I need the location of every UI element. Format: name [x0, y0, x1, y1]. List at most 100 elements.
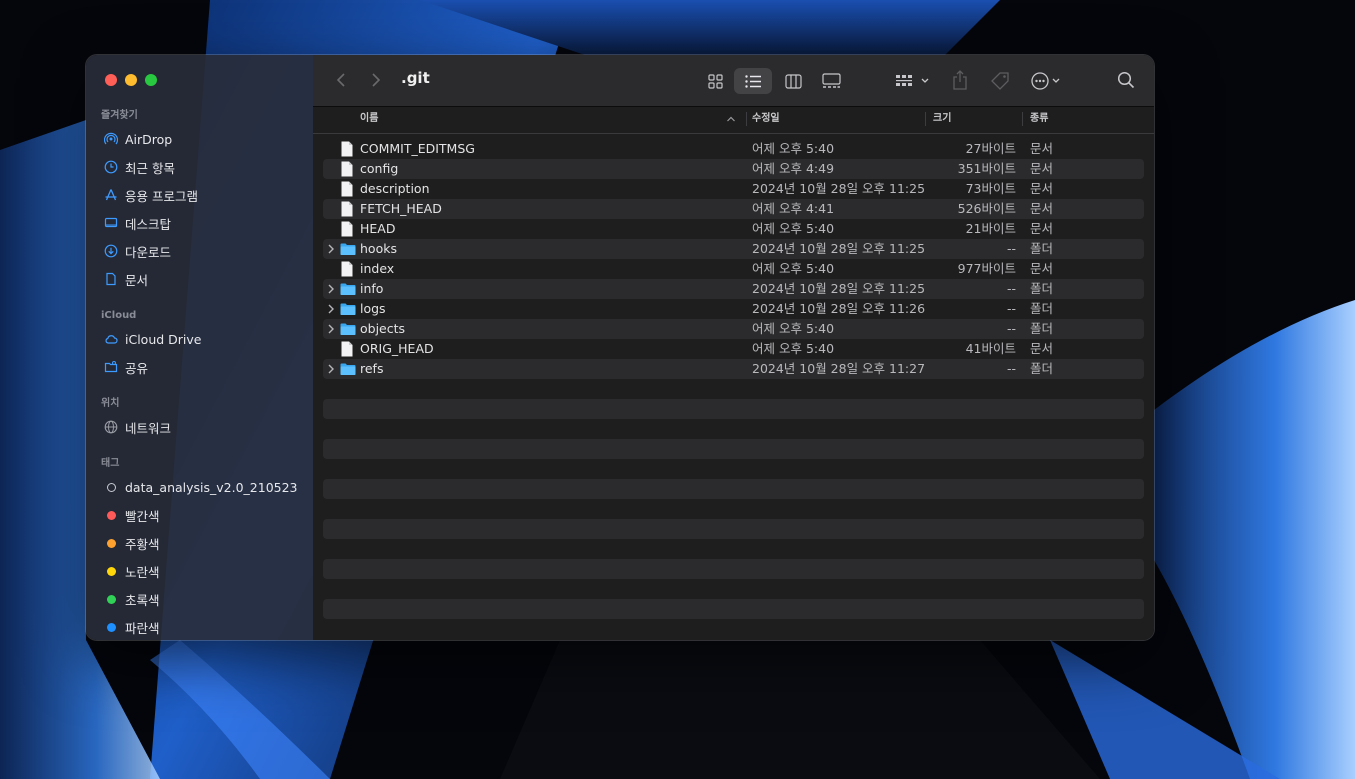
file-date: 어제 오후 4:49 — [752, 161, 835, 176]
sidebar-item-label: 빨간색 — [125, 508, 160, 524]
file-name: ORIG_HEAD — [360, 341, 434, 356]
file-icon — [340, 221, 354, 237]
file-row[interactable]: index 어제 오후 5:40 977바이트 문서 — [323, 259, 1144, 279]
column-header-date[interactable]: 수정일 — [752, 107, 780, 133]
close-window-button[interactable] — [105, 74, 117, 86]
folder-row[interactable]: logs 2024년 10월 28일 오후 11:26 -- 폴더 — [323, 299, 1144, 319]
sidebar-item-recents[interactable]: 최근 항목 — [86, 153, 313, 181]
file-browser: .git 이름 수정일 크기 종류 COMMIT_EDITMSG 어제 오후 5… — [313, 55, 1154, 640]
folder-row[interactable]: refs 2024년 10월 28일 오후 11:27 -- 폴더 — [323, 359, 1144, 379]
shared-folder-icon — [104, 360, 118, 374]
sidebar-item-desktop[interactable]: 데스크탑 — [86, 209, 313, 237]
folder-icon — [340, 281, 356, 297]
sidebar-item-shared[interactable]: 공유 — [86, 353, 313, 381]
file-icon — [340, 141, 354, 157]
file-row[interactable]: ORIG_HEAD 어제 오후 5:40 41바이트 문서 — [323, 339, 1144, 359]
sidebar-tag-orange[interactable]: 주황색 — [86, 529, 313, 557]
download-icon — [104, 244, 118, 258]
zoom-window-button[interactable] — [145, 74, 157, 86]
icon-view-icon[interactable] — [705, 71, 725, 91]
sidebar-icloud: iCloud iCloud Drive 공유 — [86, 307, 313, 381]
column-divider[interactable] — [1022, 112, 1023, 126]
file-icon — [340, 181, 354, 197]
sidebar-item-icloud-drive[interactable]: iCloud Drive — [86, 325, 313, 353]
gallery-view-icon[interactable] — [820, 70, 842, 92]
disclosure-chevron-icon[interactable] — [327, 243, 335, 255]
file-date: 2024년 10월 28일 오후 11:26 — [752, 301, 926, 316]
file-date: 어제 오후 5:40 — [752, 261, 835, 276]
file-icon — [340, 161, 354, 177]
file-row[interactable]: description 2024년 10월 28일 오후 11:25 73바이트 문서 — [323, 179, 1144, 199]
folder-row[interactable]: info 2024년 10월 28일 오후 11:25 -- 폴더 — [323, 279, 1144, 299]
disclosure-chevron-icon[interactable] — [327, 303, 335, 315]
folder-row[interactable]: hooks 2024년 10월 28일 오후 11:25 -- 폴더 — [323, 239, 1144, 259]
file-name: refs — [360, 361, 384, 376]
file-date: 어제 오후 5:40 — [752, 341, 835, 356]
sidebar-tag-blue[interactable]: 파란색 — [86, 613, 313, 640]
sidebar-item-label: 다운로드 — [125, 244, 172, 260]
sidebar-item-label: 문서 — [125, 272, 149, 288]
column-header-size[interactable]: 크기 — [933, 107, 951, 133]
sidebar-item-downloads[interactable]: 다운로드 — [86, 237, 313, 265]
disclosure-chevron-icon[interactable] — [327, 323, 335, 335]
sidebar-favorites: 즐겨찾기 AirDrop 최근 항목 응용 프로그램 데스크탑 다운로드 문서 — [86, 107, 313, 293]
file-date: 2024년 10월 28일 오후 11:25 — [752, 281, 926, 296]
sidebar-item-documents[interactable]: 문서 — [86, 265, 313, 293]
clock-icon — [104, 160, 118, 174]
file-row[interactable]: config 어제 오후 4:49 351바이트 문서 — [323, 159, 1144, 179]
column-view-icon[interactable] — [783, 71, 803, 91]
group-icon[interactable] — [893, 70, 933, 92]
sidebar-heading-locations: 위치 — [101, 398, 120, 409]
sidebar-tag-data-analysis[interactable]: data_analysis_v2.0_210523 — [86, 473, 313, 501]
file-icon — [340, 201, 354, 217]
file-name: info — [360, 281, 384, 296]
tag-icon[interactable] — [988, 69, 1012, 93]
file-date: 어제 오후 5:40 — [752, 321, 835, 336]
file-name: objects — [360, 321, 406, 336]
file-size: -- — [1006, 301, 1016, 316]
tag-dot-icon — [104, 508, 118, 522]
folder-row[interactable]: objects 어제 오후 5:40 -- 폴더 — [323, 319, 1144, 339]
sidebar-item-applications[interactable]: 응용 프로그램 — [86, 181, 313, 209]
sidebar-tag-red[interactable]: 빨간색 — [86, 501, 313, 529]
column-header-kind[interactable]: 종류 — [1030, 107, 1048, 133]
file-date: 2024년 10월 28일 오후 11:25 — [752, 181, 926, 196]
sidebar-item-airdrop[interactable]: AirDrop — [86, 125, 313, 153]
file-size: 27바이트 — [965, 141, 1016, 156]
file-row[interactable]: FETCH_HEAD 어제 오후 4:41 526바이트 문서 — [323, 199, 1144, 219]
forward-icon[interactable] — [366, 70, 386, 90]
window-title: .git — [401, 69, 430, 87]
sidebar-tag-green[interactable]: 초록색 — [86, 585, 313, 613]
sidebar-item-label: AirDrop — [125, 131, 173, 147]
disclosure-chevron-icon[interactable] — [327, 283, 335, 295]
sidebar-item-network[interactable]: 네트워크 — [86, 413, 313, 441]
empty-row-stripe — [323, 399, 1144, 419]
disclosure-chevron-icon[interactable] — [327, 363, 335, 375]
empty-row-stripe — [323, 479, 1144, 499]
list-view-icon[interactable] — [743, 71, 763, 91]
minimize-window-button[interactable] — [125, 74, 137, 86]
empty-row-stripe — [323, 599, 1144, 619]
sidebar-tag-yellow[interactable]: 노란색 — [86, 557, 313, 585]
folder-icon — [340, 301, 356, 317]
search-icon[interactable] — [1115, 69, 1137, 91]
column-divider[interactable] — [746, 112, 747, 126]
sidebar: 즐겨찾기 AirDrop 최근 항목 응용 프로그램 데스크탑 다운로드 문서 … — [86, 55, 314, 640]
sidebar-item-label: 주황색 — [125, 536, 160, 552]
share-icon[interactable] — [949, 68, 971, 92]
file-size: 977바이트 — [957, 261, 1016, 276]
file-name: index — [360, 261, 395, 276]
folder-icon — [340, 241, 356, 257]
sidebar-tags: 태그 data_analysis_v2.0_210523 빨간색 주황색 노란색… — [86, 455, 313, 640]
file-kind: 폴더 — [1030, 281, 1054, 296]
column-divider[interactable] — [925, 112, 926, 126]
file-name: hooks — [360, 241, 397, 256]
finder-window: 즐겨찾기 AirDrop 최근 항목 응용 프로그램 데스크탑 다운로드 문서 … — [86, 55, 1154, 640]
tag-dot-icon — [104, 564, 118, 578]
more-icon[interactable] — [1028, 69, 1068, 93]
column-header-name[interactable]: 이름 — [360, 107, 378, 133]
file-date: 어제 오후 4:41 — [752, 201, 835, 216]
file-row[interactable]: HEAD 어제 오후 5:40 21바이트 문서 — [323, 219, 1144, 239]
file-row[interactable]: COMMIT_EDITMSG 어제 오후 5:40 27바이트 문서 — [323, 139, 1144, 159]
back-icon[interactable] — [331, 70, 351, 90]
